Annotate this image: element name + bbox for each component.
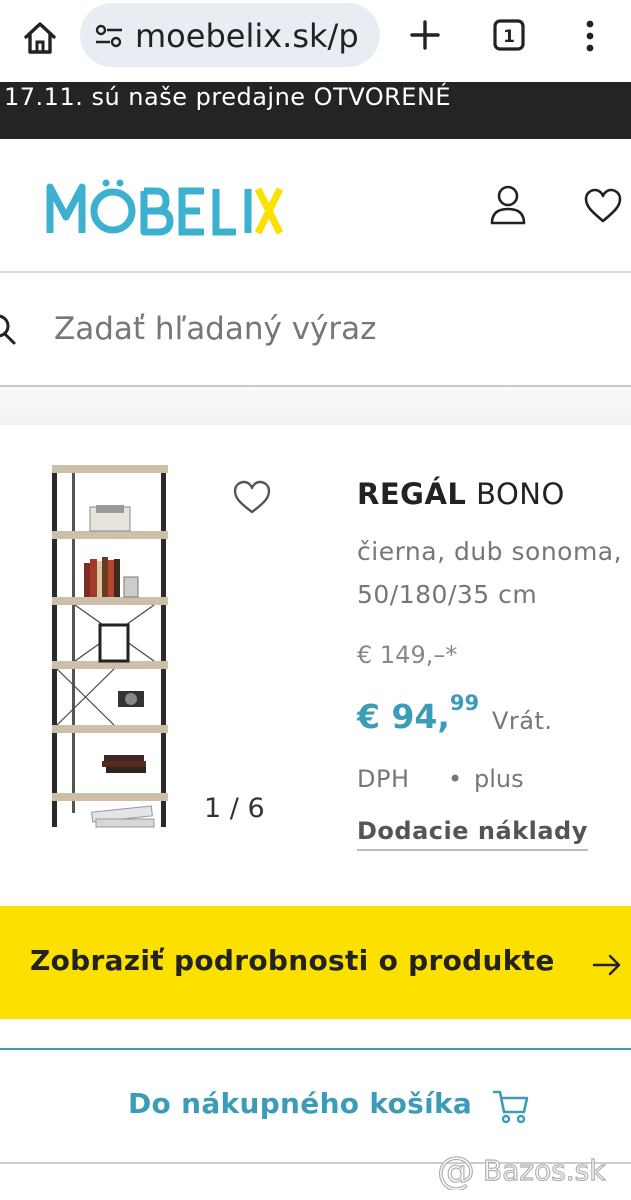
product-details-label: Zobraziť podrobnosti o produkte — [30, 944, 555, 977]
product-title-bold: REGÁL — [357, 477, 467, 511]
old-price: € 149,–* — [357, 641, 458, 669]
shopping-cart-icon — [492, 1090, 529, 1124]
arrow-right-icon — [592, 954, 621, 976]
add-to-cart-label: Do nákupného košíka — [128, 1087, 473, 1120]
product-title-rest: BONO — [466, 477, 565, 511]
product-details-button[interactable]: Zobraziť podrobnosti o produkte — [0, 906, 631, 1019]
separator-dot: • — [448, 765, 463, 793]
url-text: moebelix.sk/p — [135, 17, 359, 55]
search-input[interactable] — [54, 305, 614, 353]
product-card: 1 / 6 REGÁL BONO čierna, dub sonoma, 50/… — [0, 425, 631, 905]
search-bar — [0, 273, 631, 387]
tab-count: 1 — [503, 27, 515, 47]
section-gap — [0, 387, 631, 425]
address-bar[interactable]: moebelix.sk/p — [80, 3, 380, 67]
price-cents: 99 — [449, 691, 480, 715]
account-icon[interactable] — [488, 183, 528, 227]
browser-toolbar: moebelix.sk/p 1 — [0, 0, 631, 82]
vat-label-line2: DPH — [357, 765, 410, 793]
price-main: € 94, — [357, 697, 450, 736]
add-to-cart-button[interactable]: Do nákupného košíka — [0, 1050, 631, 1160]
tab-switcher-icon[interactable]: 1 — [492, 18, 526, 52]
new-tab-icon[interactable] — [405, 15, 445, 55]
more-menu-icon[interactable] — [575, 16, 605, 56]
site-header — [0, 139, 631, 273]
wishlist-heart-icon[interactable] — [583, 187, 623, 225]
announcement-text: 17.11. sú naše predajne OTVORENÉ — [4, 83, 452, 111]
current-price: € 94,99 — [357, 691, 479, 736]
product-title: REGÁL BONO — [357, 477, 565, 511]
home-icon[interactable] — [20, 18, 60, 58]
svg-text:@: @ — [437, 1150, 475, 1190]
at-sign-icon: @ — [436, 1150, 475, 1190]
add-to-wishlist-icon[interactable] — [232, 480, 272, 516]
bazos-watermark: @ Bazos.sk — [433, 1148, 623, 1192]
product-description-line1: čierna, dub sonoma, — [357, 537, 623, 566]
image-counter: 1 / 6 — [204, 793, 265, 824]
vat-label-line1: Vrát. — [492, 707, 553, 735]
search-icon[interactable] — [0, 313, 16, 345]
shipping-prefix: plus — [474, 765, 524, 793]
product-image[interactable] — [44, 463, 176, 833]
site-settings-icon[interactable] — [94, 23, 124, 49]
product-dimensions: 50/180/35 cm — [357, 580, 538, 609]
announcement-bar: 17.11. sú naše predajne OTVORENÉ — [0, 82, 631, 139]
mobelix-logo[interactable] — [46, 177, 286, 237]
watermark-text: Bazos.sk — [482, 1153, 606, 1187]
delivery-costs-link[interactable]: Dodacie náklady — [357, 817, 588, 851]
